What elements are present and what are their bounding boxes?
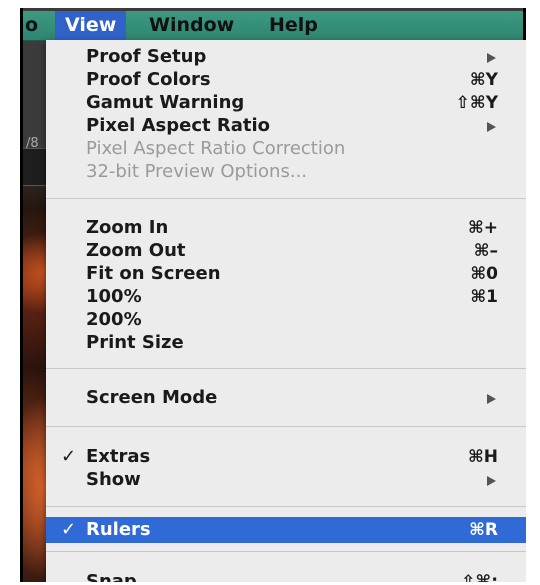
menu-item-label: Extras [86, 446, 151, 467]
menu-item-shortcut: ⌘– [473, 241, 498, 261]
menu-item-shortcut: ⇧⌘Y [455, 93, 498, 113]
menu-item-200-percent[interactable]: 200% [46, 308, 526, 332]
menu-item-screen-mode[interactable]: Screen Mode [46, 386, 526, 410]
menu-item-proof-colors[interactable]: Proof Colors ⌘Y [46, 68, 526, 92]
menu-item-fit-on-screen[interactable]: Fit on Screen ⌘0 [46, 262, 526, 286]
menu-item-label: Zoom In [86, 217, 169, 238]
menu-bar: o View Window Help [23, 11, 523, 41]
menu-item-pixel-aspect-ratio[interactable]: Pixel Aspect Ratio [46, 114, 526, 138]
menu-item-proof-setup[interactable]: Proof Setup [46, 45, 526, 69]
menu-item-rulers[interactable]: ✓ Rulers ⌘R [46, 517, 526, 543]
menu-item-label: Rulers [86, 519, 151, 540]
menu-item-show[interactable]: Show [46, 468, 526, 492]
submenu-arrow-icon [487, 394, 496, 404]
menu-item-label: Snap [86, 571, 137, 582]
menu-item-shortcut: ⇧⌘; [461, 572, 498, 582]
menu-item-100-percent[interactable]: 100% ⌘1 [46, 285, 526, 309]
menu-item-label: Pixel Aspect Ratio Correction [86, 138, 346, 159]
menu-item-zoom-out[interactable]: Zoom Out ⌘– [46, 239, 526, 263]
menu-separator [46, 426, 526, 427]
menu-view[interactable]: View [55, 11, 127, 40]
menu-item-32bit-preview-options: 32-bit Preview Options... [46, 160, 526, 184]
menu-item-shortcut: ⌘0 [470, 264, 498, 284]
menu-item-shortcut: ⌘+ [467, 218, 498, 238]
submenu-arrow-icon [487, 53, 496, 63]
menu-item-shortcut: ⌘Y [469, 70, 498, 90]
menu-item-label: 32-bit Preview Options... [86, 161, 308, 182]
menu-item-zoom-in[interactable]: Zoom In ⌘+ [46, 216, 526, 240]
menu-window[interactable]: Window [149, 11, 234, 40]
menu-separator [46, 368, 526, 369]
ruler-number-left: /8 [26, 136, 39, 151]
menu-item-label: Proof Setup [86, 46, 207, 67]
menu-item-label: Fit on Screen [86, 263, 221, 284]
menu-item-label: 100% [86, 286, 142, 307]
menu-item-extras[interactable]: ✓ Extras ⌘H [46, 445, 526, 469]
menu-separator [46, 198, 526, 199]
menu-item-gamut-warning[interactable]: Gamut Warning ⇧⌘Y [46, 91, 526, 115]
menu-separator [46, 506, 526, 507]
menu-item-label: Proof Colors [86, 69, 211, 90]
checkmark-icon: ✓ [61, 446, 77, 467]
checkmark-icon: ✓ [61, 519, 77, 540]
menu-item-label: Zoom Out [86, 240, 186, 261]
menu-item-shortcut: ⌘H [468, 447, 498, 467]
menu-item-label: Gamut Warning [86, 92, 245, 113]
menu-item-label: 200% [86, 309, 142, 330]
menu-item-label: Print Size [86, 332, 184, 353]
menu-item-print-size[interactable]: Print Size [46, 331, 526, 355]
menu-item-label: Pixel Aspect Ratio [86, 115, 271, 136]
menu-help[interactable]: Help [269, 11, 318, 40]
screenshot-frame: /8 s o View Window Help Proof Setup Proo… [20, 8, 526, 582]
menu-bar-partial-item[interactable]: o [25, 11, 38, 40]
menu-item-snap[interactable]: Snap ⇧⌘; [46, 570, 526, 582]
menu-item-shortcut: ⌘R [469, 520, 498, 540]
menu-item-pixel-aspect-ratio-correction: Pixel Aspect Ratio Correction [46, 137, 526, 161]
menu-item-label: Screen Mode [86, 387, 218, 408]
submenu-arrow-icon [487, 122, 496, 132]
menu-item-label: Show [86, 469, 141, 490]
menu-separator [46, 551, 526, 552]
submenu-arrow-icon [487, 476, 496, 486]
view-menu-dropdown: Proof Setup Proof Colors ⌘Y Gamut Warnin… [46, 40, 526, 582]
menu-item-shortcut: ⌘1 [470, 287, 498, 307]
